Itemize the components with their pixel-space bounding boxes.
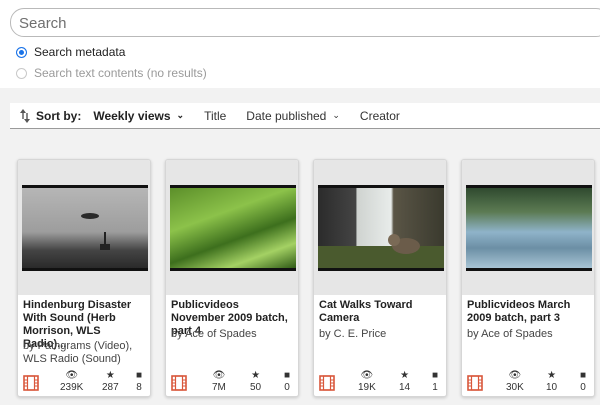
film-icon (171, 375, 187, 391)
thumbnail-area (18, 160, 150, 295)
result-card[interactable]: Cat Walks Toward Camera by C. E. Price 👁… (313, 159, 447, 397)
star-icon: ★ (547, 370, 557, 381)
views-count: 30K (506, 382, 524, 393)
views-count: 19K (358, 382, 376, 393)
thumbnail-image[interactable] (22, 185, 148, 271)
sort-date-published[interactable]: Date published ⌄ (246, 109, 340, 123)
search-text-option: Search text contents (no results) (16, 66, 207, 80)
thumbnail-image[interactable] (318, 185, 444, 271)
chevron-down-icon: ⌄ (332, 110, 340, 120)
airship-image (81, 213, 110, 250)
star-icon: ★ (105, 370, 115, 381)
reviews-count: 0 (284, 382, 290, 393)
favorites-count: 14 (399, 382, 411, 393)
film-icon (23, 375, 39, 391)
comment-icon: ■ (136, 370, 143, 381)
reviews-stat: ■ 8 (136, 370, 142, 393)
card-stats: 👁 239K ★ 287 ■ 8 (18, 369, 150, 395)
radio-selected-icon[interactable] (16, 46, 27, 58)
card-stats: 👁 19K ★ 14 ■ 1 (314, 369, 446, 395)
thumbnail-area (462, 160, 594, 295)
comment-icon: ■ (432, 370, 439, 381)
sort-bar: Sort by: Weekly views ⌄ Title Date publi… (10, 103, 600, 129)
star-icon: ★ (400, 370, 410, 381)
favorites-stat: ★ 10 (546, 370, 557, 393)
reviews-stat: ■ 0 (284, 370, 290, 393)
views-count: 239K (60, 382, 84, 393)
sort-title[interactable]: Title (204, 109, 226, 123)
views-stat: 👁 19K (358, 370, 376, 393)
thumbnail-image[interactable] (170, 185, 296, 271)
eye-icon: 👁 (360, 370, 374, 381)
star-icon: ★ (251, 370, 261, 381)
search-input[interactable] (19, 15, 600, 32)
result-card[interactable]: Publicvideos November 2009 batch, part 4… (165, 159, 299, 397)
reviews-stat: ■ 1 (432, 370, 438, 393)
sort-title-label: Title (204, 108, 227, 123)
card-creator: by Ace of Spades (467, 328, 553, 340)
sort-arrows-icon (20, 108, 30, 123)
favorites-count: 287 (102, 382, 119, 393)
favorites-stat: ★ 50 (250, 370, 261, 393)
favorites-stat: ★ 287 (102, 370, 119, 393)
thumbnail-area (314, 160, 446, 295)
radio-disabled-icon (16, 67, 27, 79)
views-stat: 👁 30K (506, 370, 524, 393)
search-box[interactable] (10, 8, 600, 37)
favorites-count: 10 (546, 382, 558, 393)
eye-icon: 👁 (212, 370, 226, 381)
card-stats: 👁 7M ★ 50 ■ 0 (166, 369, 298, 395)
eye-icon: 👁 (508, 370, 522, 381)
reviews-count: 8 (136, 382, 142, 393)
views-stat: 👁 7M (212, 370, 226, 393)
film-icon (467, 375, 483, 391)
sort-date-published-label: Date published (246, 108, 327, 123)
sort-weekly-views[interactable]: Weekly views ⌄ (93, 109, 184, 123)
reviews-count: 0 (580, 382, 586, 393)
sort-weekly-views-label: Weekly views (93, 108, 171, 123)
comment-icon: ■ (284, 370, 291, 381)
result-card[interactable]: Publicvideos March 2009 batch, part 3 by… (461, 159, 595, 397)
views-count: 7M (212, 382, 226, 393)
thumbnail-area (166, 160, 298, 295)
comment-icon: ■ (580, 370, 587, 381)
film-icon (319, 375, 335, 391)
sort-creator[interactable]: Creator (360, 109, 400, 123)
search-metadata-label: Search metadata (34, 45, 126, 59)
views-stat: 👁 239K (60, 370, 83, 393)
search-metadata-option[interactable]: Search metadata (16, 45, 125, 59)
card-stats: 👁 30K ★ 10 ■ 0 (462, 369, 594, 395)
card-creator: by Pathgrams (Video), WLS Radio (Sound) (23, 340, 133, 365)
thumbnail-image[interactable] (466, 185, 592, 271)
card-title[interactable]: Cat Walks Toward Camera (319, 299, 443, 325)
eye-icon: 👁 (65, 370, 79, 381)
card-creator: by C. E. Price (319, 328, 387, 340)
cat-image (318, 234, 444, 268)
card-title[interactable]: Publicvideos March 2009 batch, part 3 (467, 299, 591, 325)
chevron-down-icon: ⌄ (176, 110, 185, 120)
sort-label: Sort by: (36, 108, 82, 123)
search-text-label: Search text contents (no results) (34, 66, 207, 80)
reviews-count: 1 (432, 382, 438, 393)
card-creator: by Ace of Spades (171, 328, 257, 340)
favorites-count: 50 (250, 382, 262, 393)
sort-creator-label: Creator (359, 108, 400, 123)
favorites-stat: ★ 14 (399, 370, 410, 393)
reviews-stat: ■ 0 (580, 370, 586, 393)
result-card[interactable]: Hindenburg Disaster With Sound (Herb Mor… (17, 159, 151, 397)
